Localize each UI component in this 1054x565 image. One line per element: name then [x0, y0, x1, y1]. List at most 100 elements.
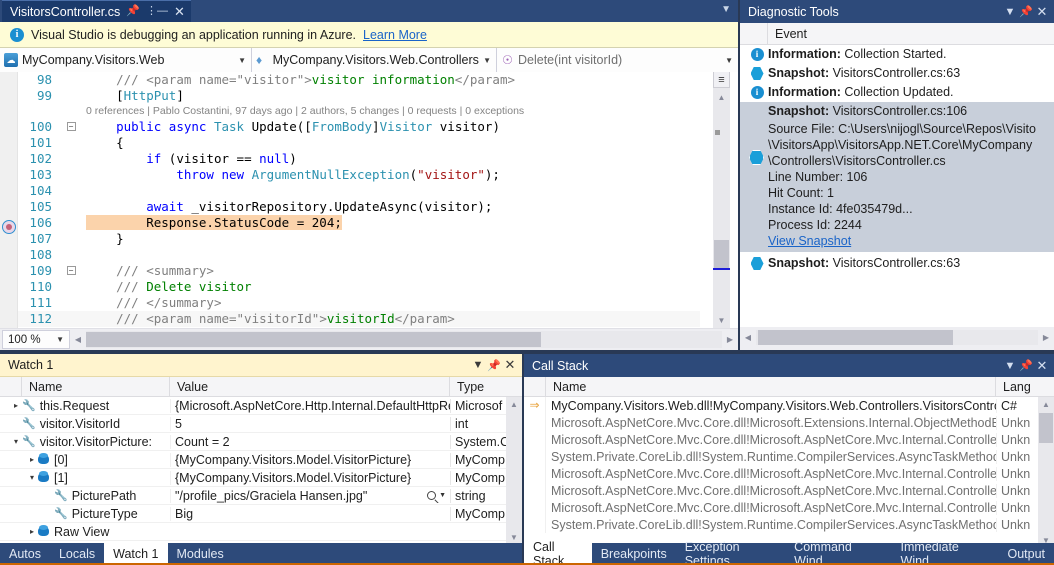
pin-icon[interactable]: 📌 [1018, 359, 1034, 372]
code-line[interactable]: 103 throw new ArgumentNullException("vis… [18, 167, 700, 183]
call-stack-tool-tabs[interactable]: Call Stack Breakpoints Exception Settings C… [524, 540, 1054, 565]
watch-row[interactable]: 🔧 PicturePath "/profile_pics/Graciela Hans… [0, 487, 522, 505]
call-stack-name-column-header[interactable]: Name [546, 376, 996, 397]
chevron-down-icon[interactable]: ▼ [470, 359, 486, 371]
code-line[interactable]: 104 [18, 183, 700, 199]
watch-row[interactable]: ▾ [1] {MyCompany.Visitors.Model.VisitorPic… [0, 469, 522, 487]
watch-row[interactable]: 🔧 visitor.VisitorId 5 int [0, 415, 522, 433]
unpin-icon[interactable]: ⋮— [146, 6, 168, 17]
member-dropdown[interactable]: ☉ Delete(int visitorId) ▼ [497, 48, 738, 72]
code-line[interactable]: 108 [18, 247, 700, 263]
chevron-down-icon[interactable]: ▼ [1002, 6, 1018, 18]
editor-tab-visitorscontroller[interactable]: VisitorsController.cs 📌 ⋮— ✕ [2, 0, 191, 22]
learn-more-link[interactable]: Learn More [363, 28, 427, 42]
chevron-down-icon[interactable]: ▼ [1002, 360, 1018, 372]
tool-tab-command-wind-[interactable]: Command Wind... [785, 540, 891, 565]
editor-vertical-scrollbar[interactable]: ▲ ▼ [713, 72, 730, 328]
snappoint-icon[interactable] [2, 220, 16, 234]
call-stack-row[interactable]: Microsoft.AspNetCore.Mvc.Core.dll!Micros… [524, 482, 1054, 499]
watch-row[interactable]: 🔧 PictureType Big MyComp [0, 505, 522, 523]
code-line[interactable]: 107 } [18, 231, 700, 247]
code-line[interactable]: 98 /// <param name="visitor">visitor inf… [18, 72, 700, 88]
chevron-down-icon[interactable]: ▼ [725, 56, 735, 65]
watch-row[interactable]: ▾ 🔧 visitor.VisitorPicture: Count = 2 System… [0, 433, 522, 451]
pin-icon[interactable]: 📌 [486, 359, 502, 372]
call-stack-vertical-scrollbar[interactable]: ▲ ▼ [1038, 397, 1054, 548]
call-stack-lang-column-header[interactable]: Lang [996, 377, 1038, 397]
scrollbar-thumb[interactable] [86, 332, 541, 347]
watch-value-cell[interactable]: 5 [170, 416, 450, 431]
tool-tab-watch-1[interactable]: Watch 1 [104, 543, 168, 565]
watch-value-cell[interactable]: "/profile_pics/Graciela Hansen.jpg" ▼ [170, 488, 450, 503]
diagnostic-horizontal-scrollbar[interactable]: ◀ ▶ [740, 329, 1054, 346]
code-line[interactable]: 105 await _visitorRepository.UpdateAsync… [18, 199, 700, 215]
chevron-down-icon[interactable]: ▼ [721, 4, 731, 15]
zoom-dropdown[interactable]: 100 % ▼ [2, 330, 70, 349]
code-line[interactable]: 106 Response.StatusCode = 204; [18, 215, 700, 231]
code-line[interactable]: 112 /// <param name="visitorId">visitorI… [18, 311, 700, 327]
call-stack-row[interactable]: Microsoft.AspNetCore.Mvc.Core.dll!Micros… [524, 499, 1054, 516]
diagnostic-event-row[interactable]: i Information: Collection Started. [740, 45, 1054, 64]
scroll-up-icon[interactable]: ▲ [1038, 397, 1054, 412]
diagnostic-event-selected[interactable]: Snapshot: VisitorsController.cs:106 Sourc… [740, 102, 1054, 252]
scroll-right-icon[interactable]: ▶ [722, 331, 738, 348]
watch-row[interactable]: ▸ 🔧 this.Request {Microsoft.AspNetCore.Http… [0, 397, 522, 415]
code-line[interactable]: 101 { [18, 135, 700, 151]
call-stack-row[interactable]: Microsoft.AspNetCore.Mvc.Core.dll!Micros… [524, 465, 1054, 482]
call-stack-rows[interactable]: ▲ ▼ ⇒ MyCompany.Visitors.Web.dll!MyCompan… [524, 397, 1054, 548]
watch-value-cell[interactable]: Big [170, 506, 450, 521]
pin-icon[interactable]: 📌 [126, 6, 140, 17]
watch-name-column-header[interactable]: Name [22, 376, 170, 397]
code-line[interactable]: 99 [HttpPut] [18, 88, 700, 104]
watch-tool-tabs[interactable]: Autos Locals Watch 1 Modules [0, 543, 522, 565]
watch-vertical-scrollbar[interactable]: ▲ ▼ [506, 397, 522, 545]
watch-value-cell[interactable]: {MyCompany.Visitors.Model.VisitorPicture… [170, 470, 450, 485]
split-view-button[interactable]: ≡ [713, 72, 730, 88]
scroll-right-icon[interactable]: ▶ [1038, 329, 1054, 346]
scroll-left-icon[interactable]: ◀ [740, 329, 756, 346]
event-column-header[interactable]: Event [768, 27, 807, 41]
call-stack-row[interactable]: Microsoft.AspNetCore.Mvc.Core.dll!Micros… [524, 414, 1054, 431]
scroll-left-icon[interactable]: ◀ [70, 331, 86, 348]
expander-icon[interactable]: ▸ [26, 455, 38, 464]
expander-icon[interactable]: ▸ [26, 527, 38, 536]
diagnostic-event-row[interactable]: i Information: Collection Updated. [740, 83, 1054, 102]
tool-tab-immediate-wind-[interactable]: Immediate Wind... [892, 540, 999, 565]
scrollbar-thumb[interactable] [758, 330, 953, 345]
code-line[interactable]: 111 /// </summary> [18, 295, 700, 311]
editor-horizontal-scrollbar[interactable] [86, 331, 722, 348]
code-line[interactable]: 109− /// <summary> [18, 263, 700, 279]
chevron-down-icon[interactable]: ▼ [238, 56, 248, 65]
chevron-down-icon[interactable]: ▼ [56, 335, 66, 344]
code-surface[interactable]: 98 /// <param name="visitor">visitor inf… [0, 72, 738, 328]
tool-tab-output[interactable]: Output [998, 543, 1054, 565]
tool-tab-breakpoints[interactable]: Breakpoints [592, 543, 676, 565]
watch-type-column-header[interactable]: Type [450, 377, 506, 397]
watch-row[interactable]: ▸ Raw View [0, 523, 522, 541]
diagnostic-event-row[interactable]: Snapshot: VisitorsController.cs:63 [740, 64, 1054, 83]
expander-icon[interactable]: ▾ [26, 473, 38, 482]
code-line[interactable]: 100− public async Task Update([FromBody]… [18, 119, 700, 135]
call-stack-row[interactable]: System.Private.CoreLib.dll!System.Runtim… [524, 516, 1054, 533]
scroll-up-icon[interactable]: ▲ [713, 90, 730, 105]
collapse-icon[interactable]: − [60, 263, 82, 279]
pin-icon[interactable]: 📌 [1018, 5, 1034, 18]
tool-tab-call-stack[interactable]: Call Stack [524, 540, 592, 565]
diagnostic-event-list[interactable]: i Information: Collection Started. Snapsho… [740, 45, 1054, 327]
codelens-annotation[interactable]: 0 references | Pablo Costantini, 97 days… [18, 104, 700, 119]
call-stack-row[interactable]: Microsoft.AspNetCore.Mvc.Core.dll!Micros… [524, 431, 1054, 448]
code-line[interactable]: 102 if (visitor == null) [18, 151, 700, 167]
diagnostic-event-row[interactable]: Snapshot: VisitorsController.cs:63 [740, 254, 1054, 273]
watch-value-cell[interactable]: {MyCompany.Visitors.Model.VisitorPicture… [170, 452, 450, 467]
watch-value-cell[interactable]: Count = 2 [170, 434, 450, 449]
watch-value-cell[interactable]: {Microsoft.AspNetCore.Http.Internal.Defa… [170, 398, 450, 413]
tool-tab-autos[interactable]: Autos [0, 543, 50, 565]
editor-indicator-margin[interactable] [0, 72, 18, 328]
code-line[interactable]: 110 /// Delete visitor [18, 279, 700, 295]
call-stack-row[interactable]: ⇒ MyCompany.Visitors.Web.dll!MyCompany.Vi… [524, 397, 1054, 414]
watch-value-column-header[interactable]: Value [170, 376, 450, 397]
tool-tab-exception-settings[interactable]: Exception Settings [676, 540, 785, 565]
scroll-track[interactable] [756, 330, 1038, 345]
close-icon[interactable]: ✕ [1034, 358, 1050, 374]
string-visualizer-button[interactable]: ▼ [427, 491, 450, 500]
